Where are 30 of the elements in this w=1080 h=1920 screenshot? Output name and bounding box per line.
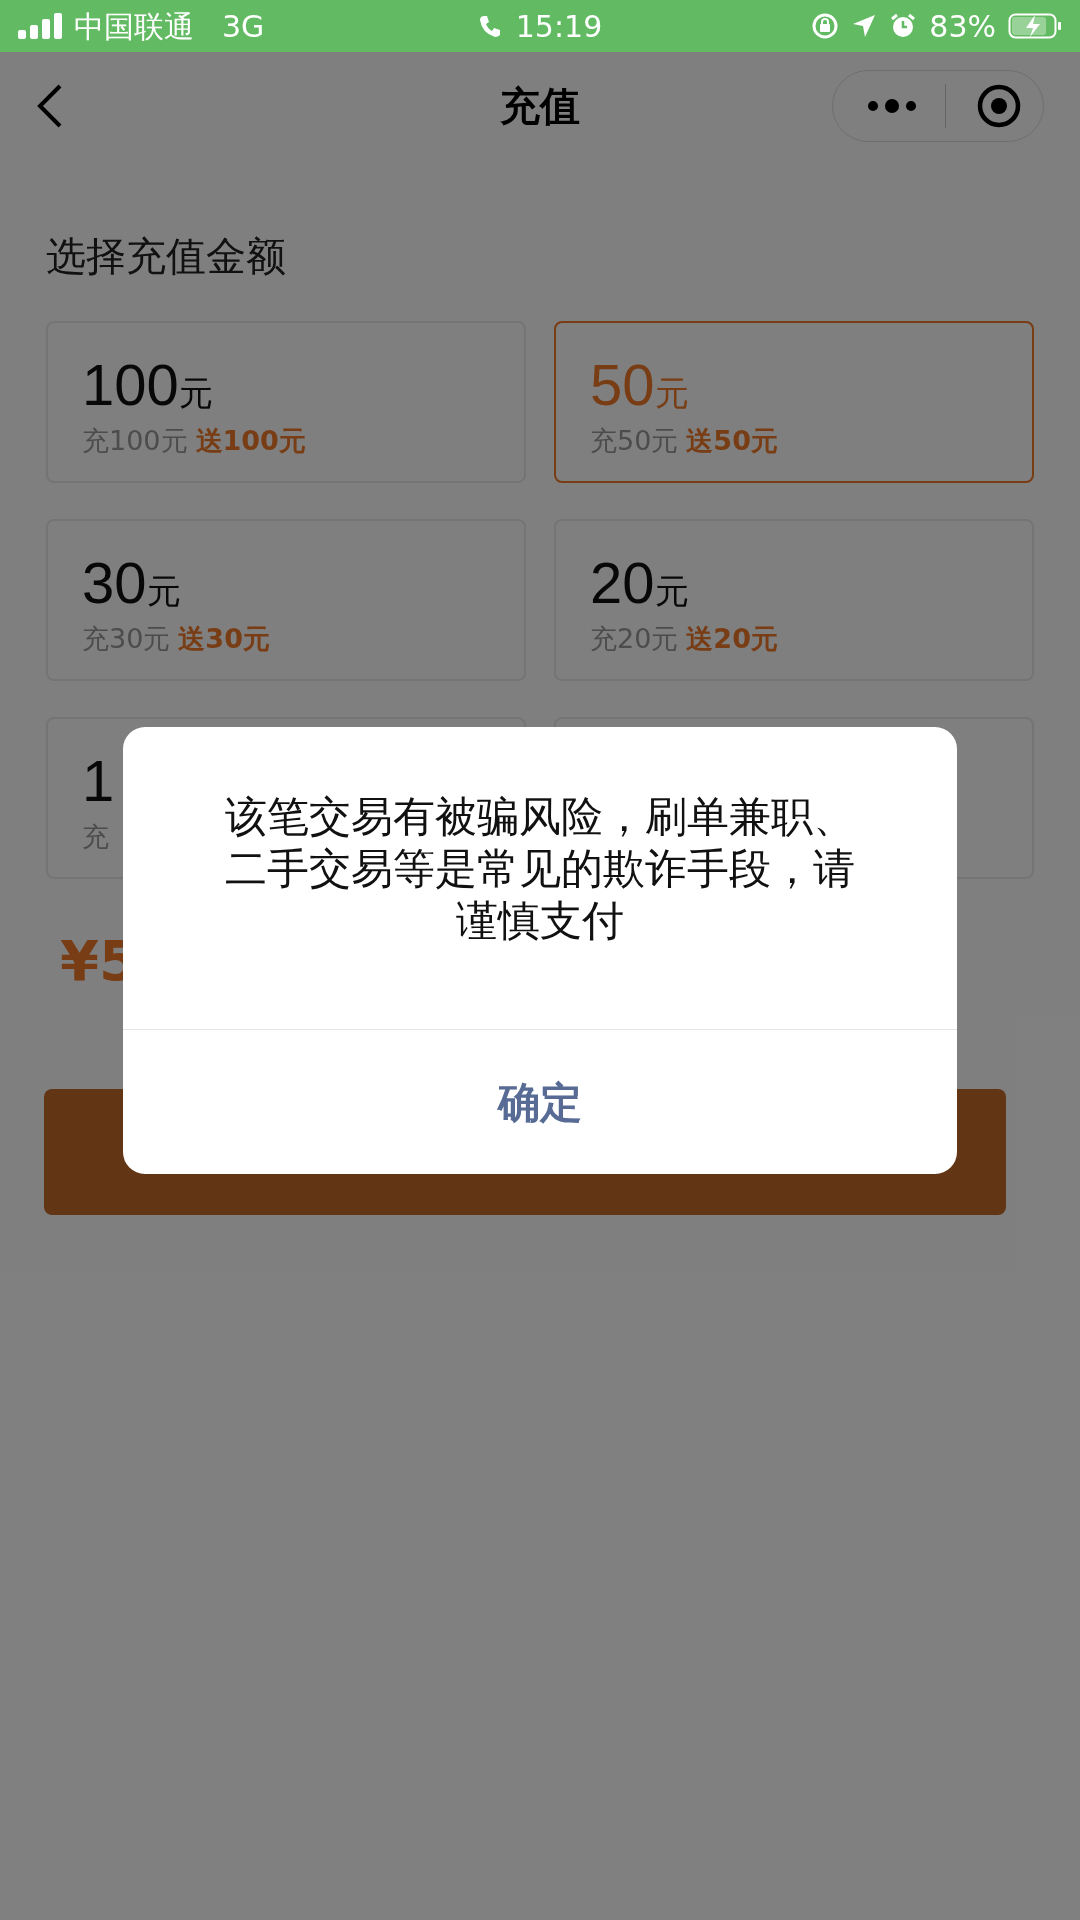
amount-value: 50 bbox=[590, 353, 655, 417]
bonus-label: 送20元 bbox=[686, 622, 778, 656]
carrier-name: 中国联通 bbox=[74, 7, 194, 46]
amount-unit: 元 bbox=[146, 570, 181, 613]
more-icon[interactable] bbox=[867, 98, 917, 114]
amount-value: 100 bbox=[82, 353, 179, 417]
warning-message: 该笔交易有被骗风险，刷单兼职、二手交易等是常见的欺诈手段，请谨慎支付 bbox=[224, 791, 856, 947]
amount-unit: 元 bbox=[654, 372, 689, 415]
bonus-label: 送30元 bbox=[178, 622, 270, 656]
location-arrow-icon bbox=[851, 13, 878, 39]
rotation-lock-icon bbox=[811, 12, 840, 40]
amount-unit: 元 bbox=[654, 570, 689, 613]
bonus-label: 送100元 bbox=[195, 424, 306, 458]
bonus-label: 送50元 bbox=[686, 424, 778, 458]
amount-unit: 元 bbox=[178, 372, 213, 415]
battery-percent: 83% bbox=[929, 7, 996, 46]
network-type: 3G bbox=[222, 7, 265, 46]
close-target-icon[interactable] bbox=[976, 83, 1022, 129]
amount-value: 20 bbox=[590, 551, 655, 615]
alarm-icon bbox=[889, 12, 918, 40]
section-heading: 选择充值金额 bbox=[46, 232, 287, 281]
confirm-button[interactable]: 确定 bbox=[123, 1030, 957, 1174]
amount-value: 1 bbox=[82, 749, 115, 813]
phone-icon bbox=[477, 13, 502, 39]
page-title: 充值 bbox=[500, 82, 580, 131]
amount-value: 30 bbox=[82, 551, 147, 615]
battery-charging-icon bbox=[1008, 12, 1062, 40]
back-icon[interactable] bbox=[36, 82, 64, 130]
signal-icon bbox=[18, 13, 64, 39]
clock-time: 15:19 bbox=[515, 7, 603, 46]
